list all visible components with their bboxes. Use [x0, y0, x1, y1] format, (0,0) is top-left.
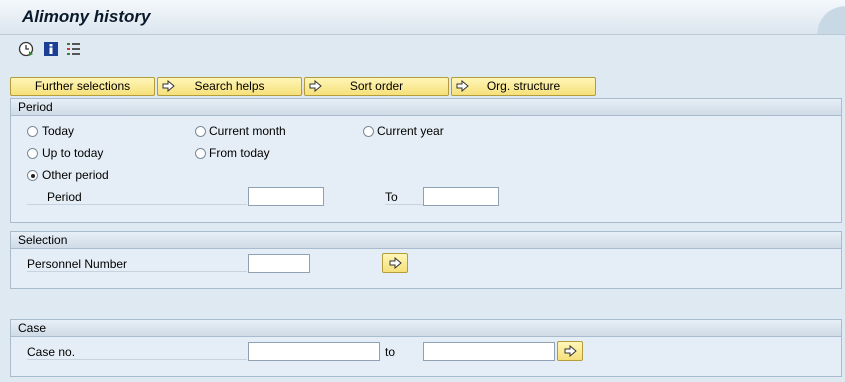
sort-order-button[interactable]: Sort order — [304, 77, 449, 96]
period-to-label: To — [385, 190, 423, 205]
personnel-number-input[interactable] — [248, 254, 310, 273]
period-to-input[interactable] — [423, 187, 499, 206]
radio-current-month[interactable] — [195, 126, 206, 137]
radio-today[interactable] — [27, 126, 38, 137]
multiple-selection-button[interactable] — [382, 253, 408, 273]
period-group-header: Period — [11, 99, 841, 116]
radio-today-label: Today — [42, 124, 75, 138]
period-label: Period — [27, 190, 247, 205]
further-selections-button[interactable]: Further selections — [10, 77, 155, 96]
info-icon[interactable] — [43, 41, 59, 57]
page-title: Alimony history — [22, 7, 151, 26]
case-no-from-input[interactable] — [248, 342, 380, 361]
selection-group: Selection Personnel Number — [10, 231, 842, 289]
radio-from-today-label: From today — [209, 146, 270, 160]
case-no-label: Case no. — [27, 345, 247, 360]
case-group-header: Case — [11, 320, 841, 337]
radio-other-period-label: Other period — [42, 168, 109, 182]
search-helps-button[interactable]: Search helps — [157, 77, 302, 96]
title-bar-corner — [815, 0, 845, 34]
radio-from-today[interactable] — [195, 148, 206, 159]
personnel-number-label: Personnel Number — [27, 257, 247, 272]
arrow-right-icon — [389, 256, 402, 272]
radio-current-year-label: Current year — [377, 124, 444, 138]
radio-current-year[interactable] — [363, 126, 374, 137]
further-selections-label: Further selections — [34, 79, 131, 93]
search-helps-label: Search helps — [194, 79, 265, 93]
radio-up-to-today[interactable] — [27, 148, 38, 159]
radio-up-to-today-label: Up to today — [42, 146, 104, 160]
period-group: Period Today Current month Current year … — [10, 98, 842, 223]
radio-current-month-label: Current month — [209, 124, 286, 138]
case-no-to-input[interactable] — [423, 342, 555, 361]
application-toolbar: © www.tutorialkart.com — [0, 36, 845, 100]
case-group: Case Case no. to — [10, 319, 842, 377]
case-no-to-label: to — [385, 345, 396, 359]
arrow-right-icon — [162, 79, 175, 97]
arrow-right-icon — [309, 79, 322, 97]
selection-group-header: Selection — [11, 232, 841, 249]
sort-order-label: Sort order — [349, 79, 404, 93]
case-multiple-selection-button[interactable] — [557, 341, 583, 361]
title-bar: Alimony history — [0, 0, 845, 35]
arrow-right-icon — [456, 79, 469, 97]
org-structure-button[interactable]: Org. structure — [451, 77, 596, 96]
selection-options-icon[interactable] — [66, 41, 82, 57]
arrow-right-icon — [564, 344, 577, 360]
period-from-input[interactable] — [248, 187, 324, 206]
radio-other-period[interactable] — [27, 170, 38, 181]
clock-execute-icon[interactable] — [18, 41, 34, 57]
org-structure-label: Org. structure — [486, 79, 561, 93]
